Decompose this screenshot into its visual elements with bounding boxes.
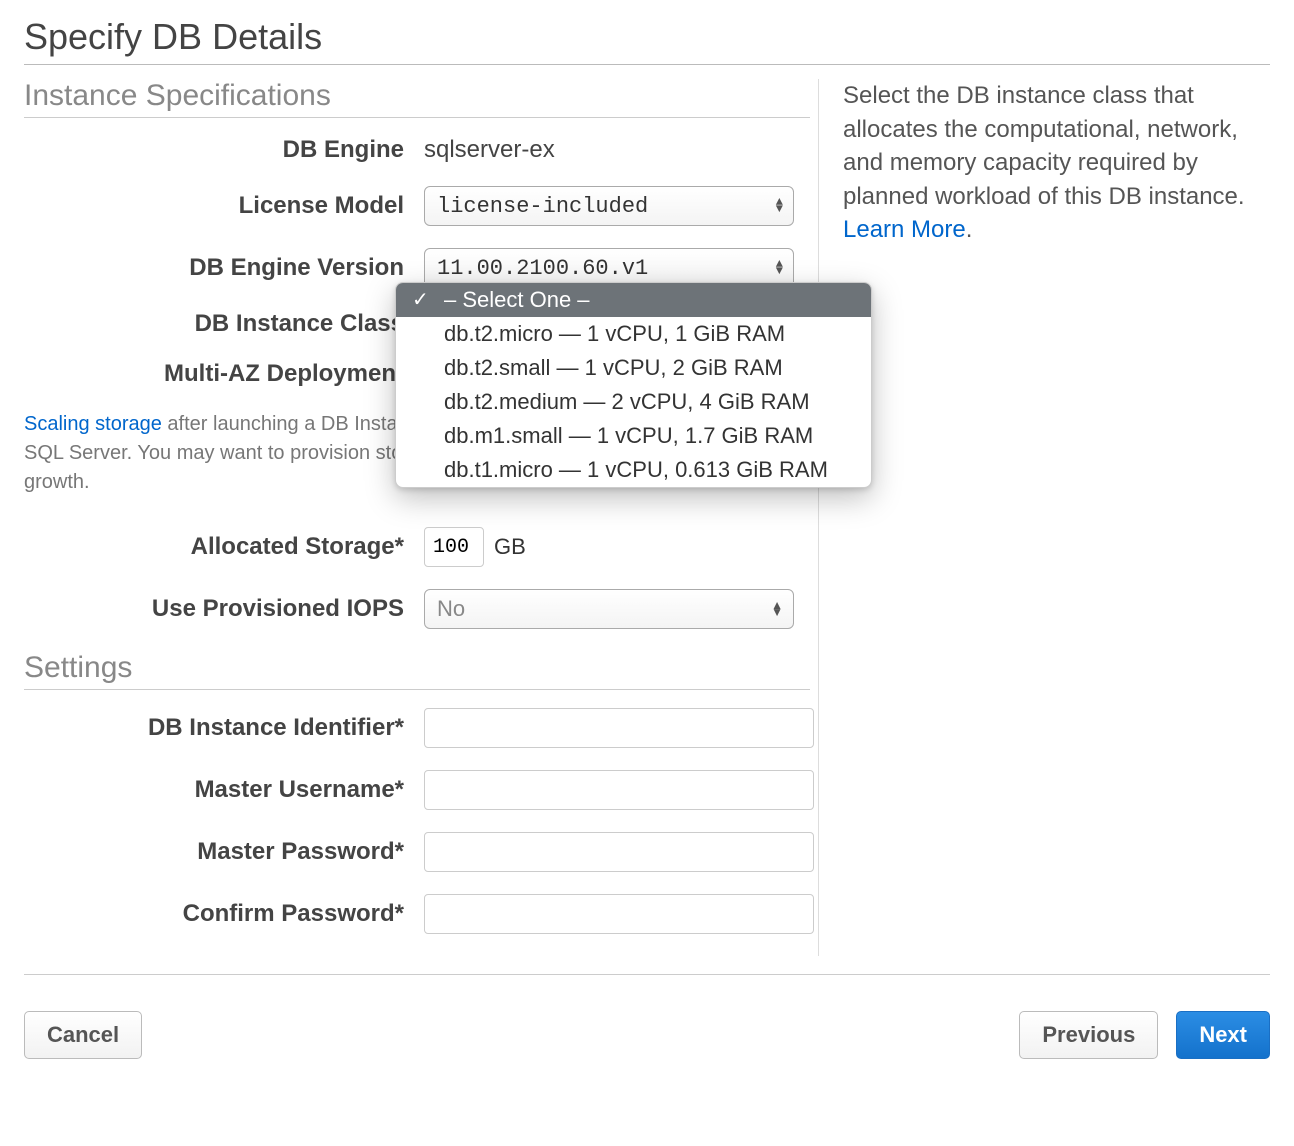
label-master-password: Master Password* (24, 838, 404, 866)
next-button[interactable]: Next (1176, 1011, 1270, 1059)
page-title: Specify DB Details (24, 16, 1270, 58)
select-provisioned-iops-value: No (437, 596, 465, 622)
label-master-username: Master Username* (24, 776, 404, 804)
chevron-updown-icon: ▲▼ (771, 602, 783, 616)
title-divider (24, 64, 1270, 65)
scaling-storage-link[interactable]: Scaling storage (24, 413, 162, 435)
row-confirm-password: Confirm Password* (24, 894, 810, 934)
label-instance-class: DB Instance Class (24, 310, 404, 338)
button-bar: Cancel Previous Next (24, 1011, 1270, 1059)
instance-class-option-0[interactable]: – Select One – (396, 283, 871, 317)
instance-class-dropdown[interactable]: – Select One – db.t2.micro — 1 vCPU, 1 G… (395, 282, 872, 488)
select-engine-version-value: 11.00.2100.60.v1 (437, 256, 648, 281)
row-db-identifier: DB Instance Identifier* (24, 708, 810, 748)
section-divider (24, 689, 810, 690)
chevron-updown-icon: ▲▼ (776, 261, 783, 275)
instance-class-option-5[interactable]: db.t1.micro — 1 vCPU, 0.613 GiB RAM (396, 453, 871, 487)
row-db-engine: DB Engine sqlserver-ex (24, 136, 810, 164)
instance-class-option-3[interactable]: db.t2.medium — 2 vCPU, 4 GiB RAM (396, 385, 871, 419)
previous-button[interactable]: Previous (1019, 1011, 1158, 1059)
row-allocated-storage: Allocated Storage* GB (24, 527, 810, 567)
input-db-identifier[interactable] (424, 708, 814, 748)
row-master-username: Master Username* (24, 770, 810, 810)
label-provisioned-iops: Use Provisioned IOPS (24, 595, 404, 623)
help-text: Select the DB instance class that alloca… (843, 82, 1245, 210)
help-period: . (966, 216, 973, 243)
input-master-password[interactable] (424, 832, 814, 872)
help-panel: Select the DB instance class that alloca… (819, 79, 1270, 956)
section-divider (24, 117, 810, 118)
select-license-model[interactable]: license-included ▲▼ (424, 186, 794, 226)
row-master-password: Master Password* (24, 832, 810, 872)
input-allocated-storage[interactable] (424, 527, 484, 567)
label-allocated-storage: Allocated Storage* (24, 533, 404, 561)
row-license-model: License Model license-included ▲▼ (24, 186, 810, 226)
cancel-button[interactable]: Cancel (24, 1011, 142, 1059)
section-heading-instance: Instance Specifications (24, 79, 810, 113)
learn-more-link[interactable]: Learn More (843, 216, 966, 243)
chevron-updown-icon: ▲▼ (776, 199, 783, 213)
instance-class-option-2[interactable]: db.t2.small — 1 vCPU, 2 GiB RAM (396, 351, 871, 385)
unit-gb: GB (494, 534, 526, 560)
bottom-divider (24, 974, 1270, 975)
label-db-engine: DB Engine (24, 136, 404, 164)
row-provisioned-iops: Use Provisioned IOPS No ▲▼ (24, 589, 810, 629)
instance-class-option-1[interactable]: db.t2.micro — 1 vCPU, 1 GiB RAM (396, 317, 871, 351)
instance-class-option-4[interactable]: db.m1.small — 1 vCPU, 1.7 GiB RAM (396, 419, 871, 453)
input-master-username[interactable] (424, 770, 814, 810)
input-confirm-password[interactable] (424, 894, 814, 934)
label-multi-az: Multi-AZ Deployment (24, 360, 404, 388)
label-db-identifier: DB Instance Identifier* (24, 714, 404, 742)
label-confirm-password: Confirm Password* (24, 900, 404, 928)
label-engine-version: DB Engine Version (24, 254, 404, 282)
select-license-model-value: license-included (437, 194, 648, 219)
select-provisioned-iops[interactable]: No ▲▼ (424, 589, 794, 629)
section-heading-settings: Settings (24, 651, 810, 685)
value-db-engine: sqlserver-ex (424, 136, 555, 164)
label-license-model: License Model (24, 192, 404, 220)
